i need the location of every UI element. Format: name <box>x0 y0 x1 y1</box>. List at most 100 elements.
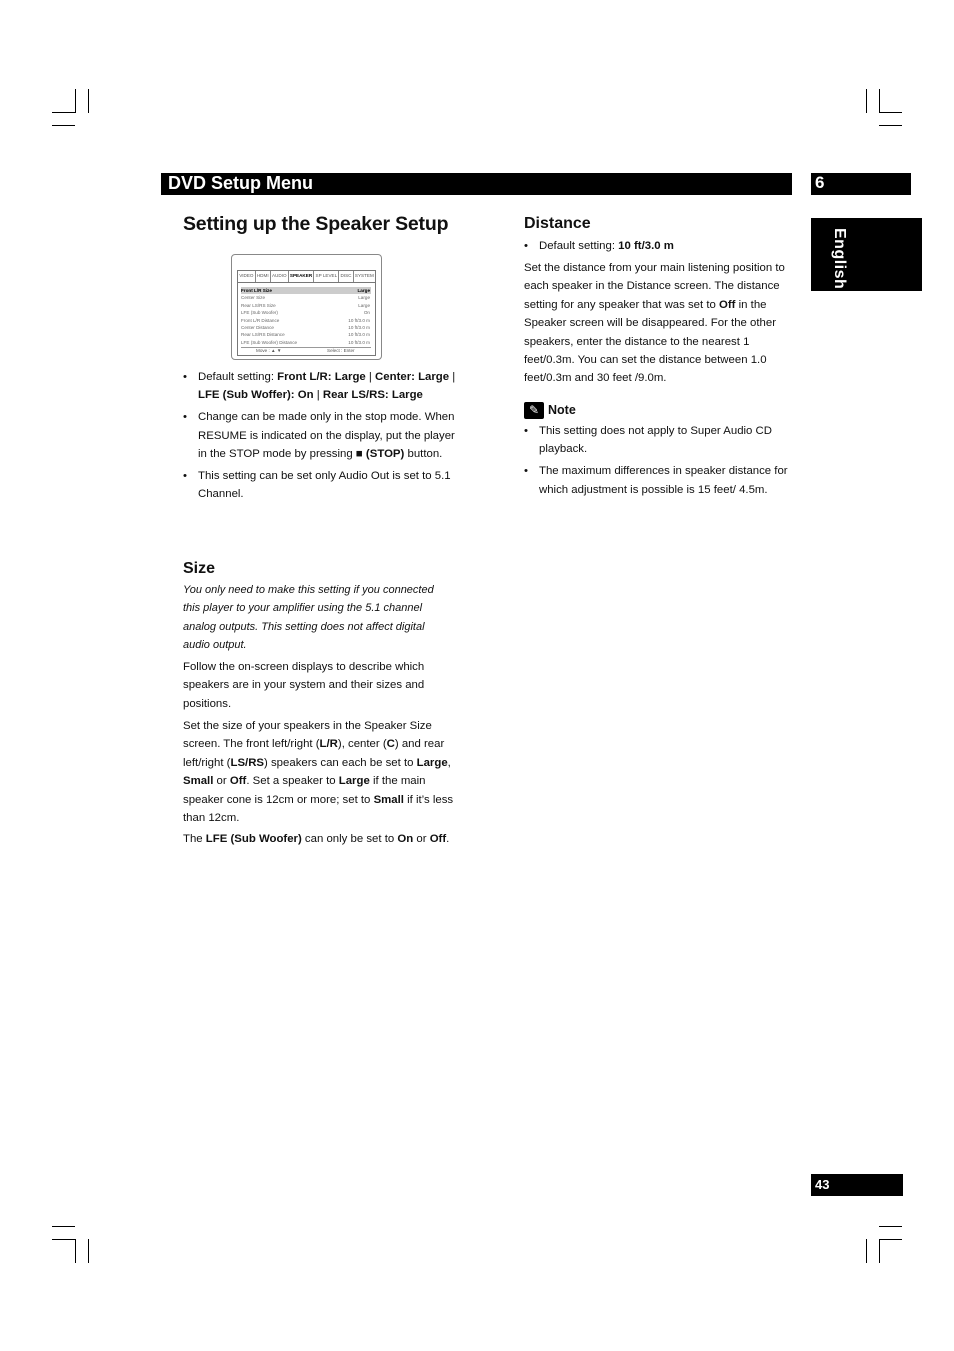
default-center: Center: Large <box>375 371 450 383</box>
on-label: On <box>397 833 414 845</box>
separator: | <box>365 371 376 383</box>
osd-tab-hdmi: HDMI <box>256 271 271 282</box>
crop-mark-tr-v2 <box>879 89 880 113</box>
osd-rows: Front L/R Size Large Center Size Large Rea… <box>241 287 371 346</box>
osd-footer-move: Move : ▲ ▼ <box>256 348 282 353</box>
page-number: 43 <box>815 1177 830 1192</box>
osd-tab-system: SYSTEM <box>354 273 374 278</box>
crop-mark-bl-v2 <box>88 1239 89 1263</box>
osd-tab-sp-level: SP LEVEL <box>314 271 340 282</box>
audio-out-text: This setting can be set only Audio Out i… <box>198 470 451 501</box>
crop-mark-tl-v1 <box>75 89 76 113</box>
distance-heading: Distance <box>524 215 591 232</box>
text: , <box>447 756 451 769</box>
off-label: Off <box>719 298 736 311</box>
crop-mark-tl-v2 <box>88 89 89 113</box>
osd-row: LFE (Sub Woofer) Distance 10 ft/3.0 m <box>241 339 371 346</box>
text: ), center ( <box>337 738 387 751</box>
large-label: Large <box>338 775 370 788</box>
large-label: Large <box>416 756 448 769</box>
lfe-label: LFE (Sub Woofer) <box>205 833 302 845</box>
separator: | <box>449 371 456 383</box>
chapter-number: 6 <box>815 173 825 192</box>
osd-footer-select: Select : Enter <box>327 348 355 353</box>
default-distance-value: 10 ft/3.0 m <box>618 240 674 252</box>
separator: | <box>313 389 323 402</box>
text: ) speakers can each be set to <box>264 756 417 769</box>
osd-row-label: Rear LS/RS Size <box>241 302 276 308</box>
osd-row-value: Large <box>358 295 370 301</box>
osd-row-value: 10 ft/3.0 m <box>348 332 370 338</box>
language-label: English <box>831 228 848 290</box>
crop-mark-br-v1 <box>866 1239 867 1263</box>
list-item: This setting can be set only Audio Out i… <box>183 467 458 504</box>
text: can only be set to <box>301 833 398 845</box>
osd-row-value: 10 ft/3.0 m <box>348 324 370 330</box>
speaker-setup-bullets: Default setting: Front L/R: Large | Cent… <box>183 368 458 507</box>
off-label: Off <box>229 775 247 788</box>
osd-row: Rear LS/RS Distance 10 ft/3.0 m <box>241 331 371 338</box>
crop-mark-tl-h2 <box>52 125 75 126</box>
osd-row: Front L/R Distance 10 ft/3.0 m <box>241 317 371 324</box>
osd-row-label: LFE (Sub Woofer) <box>241 310 278 316</box>
crop-mark-tr-h1 <box>879 112 902 113</box>
default-setting-label: Default setting: <box>198 371 278 383</box>
crop-mark-br-h2 <box>879 1239 902 1240</box>
osd-row: Center Distance 10 ft/3.0 m <box>241 324 371 331</box>
small-label: Small <box>183 775 214 788</box>
list-item: Change can be made only in the stop mode… <box>183 408 458 463</box>
osd-row-label: Center Size <box>241 295 266 301</box>
osd-row-value: On <box>363 310 370 316</box>
osd-row-label: Front L/R Distance <box>241 317 280 323</box>
lr-label: L/R <box>319 738 338 751</box>
osd-row: Center Size Large <box>241 294 371 301</box>
osd-tab-speaker: SPEAKER <box>288 271 315 282</box>
size-intro: You only need to make this setting if yo… <box>183 584 434 652</box>
crop-mark-br-v2 <box>879 1239 880 1263</box>
osd-row: Front L/R Size Large <box>241 287 371 295</box>
distance-default-list: Default setting: 10 ft/3.0 m <box>524 237 794 259</box>
pencil-icon: ✎ <box>524 402 544 419</box>
size-heading: Size <box>183 560 216 577</box>
list-item: Default setting: Front L/R: Large | Cent… <box>183 368 458 405</box>
osd-row-value: Large <box>358 302 370 308</box>
chapter-bar <box>811 173 911 195</box>
section-title: Setting up the Speaker Setup <box>183 213 449 235</box>
osd-tab-video: VIDEO <box>238 271 256 282</box>
note-list: This setting does not apply to Super Aud… <box>524 422 792 503</box>
text: in the Speaker screen will be disappeare… <box>524 298 777 385</box>
osd-panel: VIDEO HDMI AUDIO SPEAKER SP LEVEL DISC S… <box>237 270 376 356</box>
osd-row-label: Center Distance <box>241 324 274 330</box>
osd-tab-disc: DISC <box>339 271 354 282</box>
lsrs-label: LS/RS <box>230 756 265 769</box>
size-set-text: Set the size of your speakers in the Spe… <box>183 717 455 827</box>
default-lfe: LFE (Sub Woffer): On <box>198 389 314 402</box>
list-item: Default setting: 10 ft/3.0 m <box>524 237 794 256</box>
osd-row: LFE (Sub Woofer) On <box>241 309 371 316</box>
osd-row: Rear LS/RS Size Large <box>241 302 371 309</box>
crop-mark-bl-h2 <box>52 1239 75 1240</box>
crop-mark-bl-h1 <box>52 1226 75 1227</box>
stop-button-label: (STOP) <box>365 448 405 461</box>
c-label: C <box>386 738 395 751</box>
header-title: DVD Setup Menu <box>168 173 314 193</box>
crop-mark-tr-v1 <box>866 89 867 113</box>
default-front: Front L/R: Large <box>277 371 366 383</box>
crop-mark-br-h1 <box>879 1226 902 1227</box>
osd-tabs: VIDEO HDMI AUDIO SPEAKER SP LEVEL DISC S… <box>238 271 375 283</box>
small-label: Small <box>373 793 404 806</box>
note-label: Note <box>548 403 576 417</box>
osd-row-value: 10 ft/3.0 m <box>348 339 370 345</box>
size-follow-text: Follow the on-screen displays to describ… <box>183 661 425 710</box>
crop-mark-bl-v1 <box>75 1239 76 1263</box>
osd-row-label: LFE (Sub Woofer) Distance <box>241 339 298 345</box>
list-item: This setting does not apply to Super Aud… <box>524 422 792 459</box>
osd-row-label: Front L/R Size <box>241 288 272 293</box>
stop-suffix: button. <box>404 448 443 461</box>
crop-mark-tl-h1 <box>52 112 75 113</box>
osd-row-value: 10 ft/3.0 m <box>348 317 370 323</box>
list-item: The maximum differences in speaker dista… <box>524 462 792 499</box>
default-setting-label: Default setting: <box>539 240 619 252</box>
osd-row-value: Large <box>357 288 370 293</box>
text: . <box>446 833 450 845</box>
